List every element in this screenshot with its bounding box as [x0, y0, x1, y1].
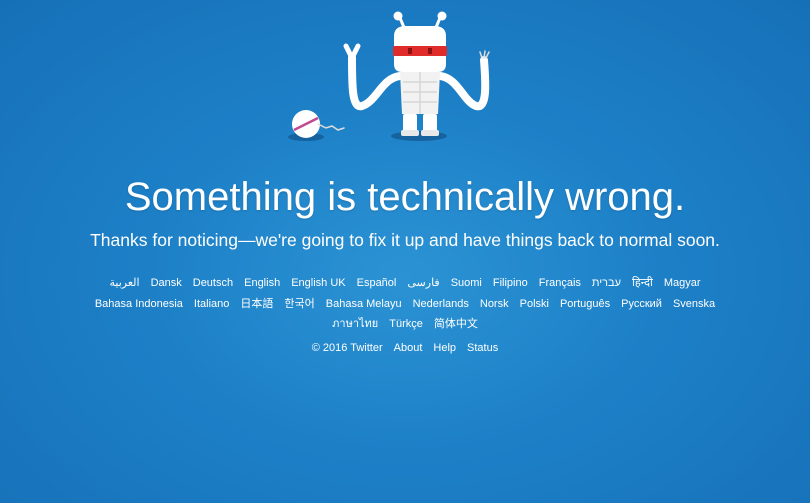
language-link-simplified-chinese[interactable]: 简体中文	[434, 314, 478, 335]
language-link-indonesian[interactable]: Bahasa Indonesia	[95, 294, 183, 315]
language-link-english-uk[interactable]: English UK	[291, 273, 345, 294]
status-link[interactable]: Status	[467, 339, 498, 357]
error-subline: Thanks for noticing—we're going to fix i…	[90, 230, 720, 250]
right-wires	[479, 50, 490, 59]
robot-leg-left	[403, 114, 417, 132]
language-link-french[interactable]: Français	[539, 273, 581, 294]
broken-robot-illustration	[288, 11, 490, 141]
robot-leg-right	[423, 114, 437, 132]
language-link-arabic[interactable]: العربية	[110, 273, 140, 294]
language-link-italian[interactable]: Italiano	[194, 294, 229, 315]
language-link-swedish[interactable]: Svenska	[673, 294, 715, 315]
language-link-portuguese[interactable]: Português	[560, 294, 610, 315]
language-link-dutch[interactable]: Nederlands	[413, 294, 469, 315]
language-link-english[interactable]: English	[244, 273, 280, 294]
right-arm	[436, 56, 490, 111]
loose-wires	[317, 123, 345, 131]
language-link-malay[interactable]: Bahasa Melayu	[326, 294, 402, 315]
about-link[interactable]: About	[394, 339, 423, 357]
language-link-thai[interactable]: ภาษาไทย	[332, 314, 378, 335]
language-link-hungarian[interactable]: Magyar	[664, 273, 701, 294]
antenna-right	[437, 11, 447, 21]
language-list: العربية Dansk Deutsch English English UK Espa…	[55, 273, 755, 335]
language-link-korean[interactable]: 한국어	[284, 294, 314, 315]
language-link-hindi[interactable]: हिन्दी	[632, 273, 653, 294]
language-link-finnish[interactable]: Suomi	[451, 273, 482, 294]
language-link-filipino[interactable]: Filipino	[493, 273, 528, 294]
language-link-hebrew[interactable]: עברית	[592, 273, 621, 294]
footer: © 2016 Twitter About Help Status	[0, 339, 810, 357]
language-link-turkish[interactable]: Türkçe	[389, 314, 423, 335]
language-link-spanish[interactable]: Español	[357, 273, 397, 294]
language-link-danish[interactable]: Dansk	[151, 273, 182, 294]
robot-visor	[393, 46, 447, 56]
language-link-german[interactable]: Deutsch	[193, 273, 233, 294]
illustration-area	[0, 0, 810, 160]
language-link-persian[interactable]: فارسی	[407, 273, 439, 294]
antenna-left	[393, 11, 403, 21]
left-arm	[348, 54, 404, 111]
help-link[interactable]: Help	[433, 339, 456, 357]
language-link-japanese[interactable]: 日本語	[240, 294, 273, 315]
language-link-norwegian[interactable]: Norsk	[480, 294, 509, 315]
copyright-text: © 2016 Twitter	[311, 342, 383, 354]
error-headline: Something is technically wrong.	[124, 175, 686, 219]
language-link-russian[interactable]: Русский	[621, 294, 662, 315]
language-link-polish[interactable]: Polski	[520, 294, 549, 315]
